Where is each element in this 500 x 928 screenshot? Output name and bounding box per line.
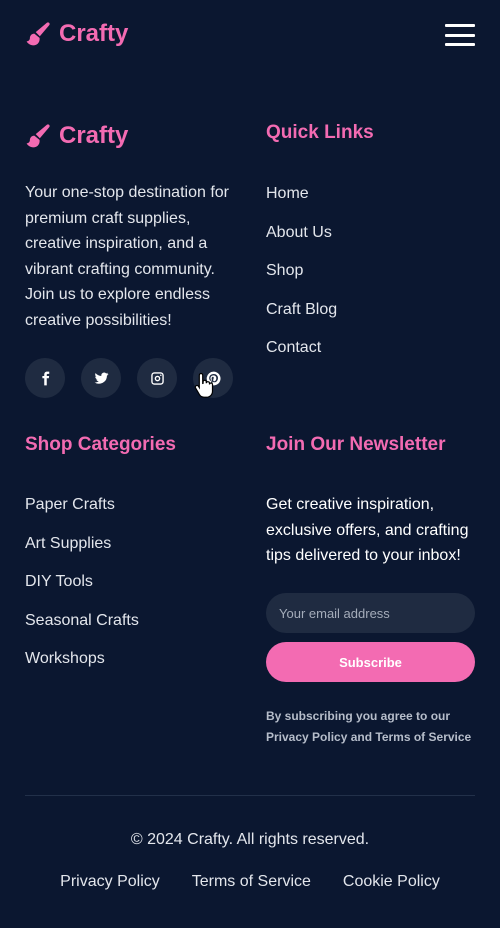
twitter-link[interactable] [81,358,121,398]
category-art-supplies[interactable]: Art Supplies [25,534,139,573]
shop-categories-title: Shop Categories [25,434,176,455]
brand-name: Crafty [59,20,129,47]
quick-link-contact[interactable]: Contact [266,338,337,377]
about-text: Your one-stop destination for premium cr… [25,184,229,329]
footer-logo[interactable]: Crafty [25,122,128,150]
quick-links-list: Home About Us Shop Craft Blog Contact [266,184,337,377]
subscribe-button[interactable]: Subscribe [266,642,475,682]
category-workshops[interactable]: Workshops [25,649,139,688]
legal-links: Privacy Policy Terms of Service Cookie P… [0,873,500,891]
hamburger-menu-icon[interactable] [445,24,475,46]
shop-categories-list: Paper Crafts Art Supplies DIY Tools Seas… [25,495,139,688]
quick-link-home[interactable]: Home [266,184,337,223]
newsletter-text: Get creative inspiration, exclusive offe… [266,496,469,565]
quick-link-shop[interactable]: Shop [266,261,337,300]
newsletter-consent-text: By subscribing you agree to our Privacy … [266,709,472,744]
instagram-link[interactable] [137,358,177,398]
category-diy-tools[interactable]: DIY Tools [25,572,139,611]
category-seasonal-crafts[interactable]: Seasonal Crafts [25,611,139,650]
facebook-link[interactable] [25,358,65,398]
site-header: Crafty [0,0,500,72]
privacy-policy-link[interactable]: Privacy Policy [60,873,160,891]
email-input[interactable] [266,593,475,633]
newsletter-title: Join Our Newsletter [266,434,446,455]
footer-divider [25,795,475,796]
cookie-policy-link[interactable]: Cookie Policy [343,873,440,891]
paintbrush-icon [26,22,50,46]
footer-brand-name: Crafty [59,122,129,149]
header-logo[interactable]: Crafty [25,20,128,48]
hand-pointer-cursor-icon [194,372,214,398]
category-paper-crafts[interactable]: Paper Crafts [25,495,139,534]
twitter-icon [94,372,108,384]
facebook-icon [41,371,49,385]
copyright-text: © 2024 Crafty. All rights reserved. [130,831,370,848]
social-links [25,358,249,398]
instagram-icon [150,371,164,385]
quick-link-about-us[interactable]: About Us [266,223,337,262]
paintbrush-icon [26,124,50,148]
terms-of-service-link[interactable]: Terms of Service [192,873,311,891]
quick-link-craft-blog[interactable]: Craft Blog [266,300,337,339]
quick-links-title: Quick Links [266,122,374,143]
